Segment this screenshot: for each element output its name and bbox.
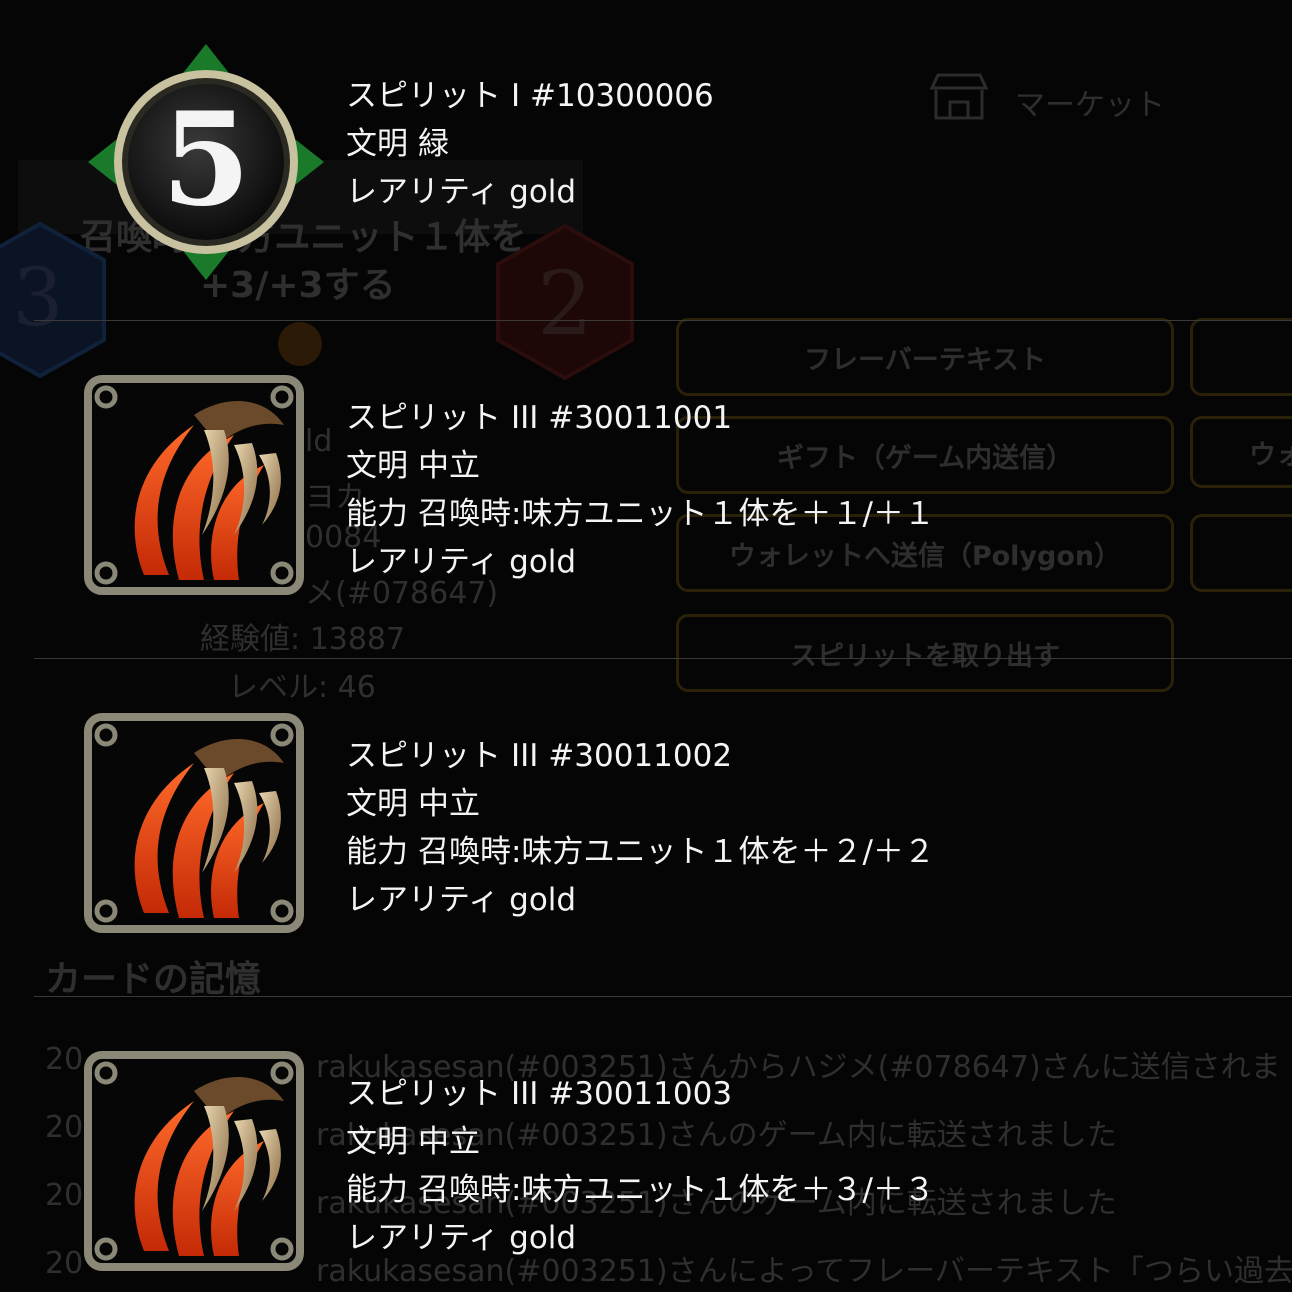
spirit-list-item[interactable]: スピリット III #30011001 文明 中立 能力 召喚時:味方ユニット１体を＋… — [34, 321, 1292, 659]
spirit-civilization: 文明 中立 — [346, 448, 480, 484]
cost-5-medallion-icon: 5 — [88, 44, 324, 280]
spirit-civilization: 文明緑 — [346, 126, 449, 162]
spirit-civilization: 文明 中立 — [346, 786, 480, 822]
claw-icon — [84, 713, 304, 933]
claw-icon — [84, 375, 304, 595]
spirit-name: スピリット I #10300006 — [346, 78, 714, 114]
spirit-ability: 能力 召喚時:味方ユニット１体を＋３/＋３ — [346, 1172, 935, 1208]
spirit-name: スピリット III #30011002 — [346, 738, 733, 774]
spirit-list-item[interactable]: スピリット III #30011002 文明 中立 能力 召喚時:味方ユニット１体を＋… — [34, 659, 1292, 997]
spirit-name: スピリット III #30011001 — [346, 400, 733, 436]
spirit-rarity: レアリティ gold — [346, 544, 577, 580]
cost-number: 5 — [161, 85, 250, 235]
claw-icon — [84, 1051, 304, 1271]
spirit-rarity: レアリティ gold — [346, 882, 577, 918]
spirit-civilization: 文明 中立 — [346, 1124, 480, 1160]
spirit-list-item[interactable]: スピリット III #30011003 文明 中立 能力 召喚時:味方ユニット１体を＋… — [34, 997, 1292, 1292]
spirit-dropdown-list: 5 スピリット I #10300006 文明緑 レアリティ gold スピリット II — [34, 0, 1292, 1292]
spirit-list-item[interactable]: 5 スピリット I #10300006 文明緑 レアリティ gold — [34, 0, 1292, 321]
spirit-name: スピリット III #30011003 — [346, 1076, 733, 1112]
spirit-rarity: レアリティ gold — [346, 1220, 577, 1256]
spirit-ability: 能力 召喚時:味方ユニット１体を＋１/＋１ — [346, 496, 935, 532]
spirit-rarity: レアリティ gold — [346, 174, 577, 210]
spirit-ability: 能力 召喚時:味方ユニット１体を＋２/＋２ — [346, 834, 935, 870]
